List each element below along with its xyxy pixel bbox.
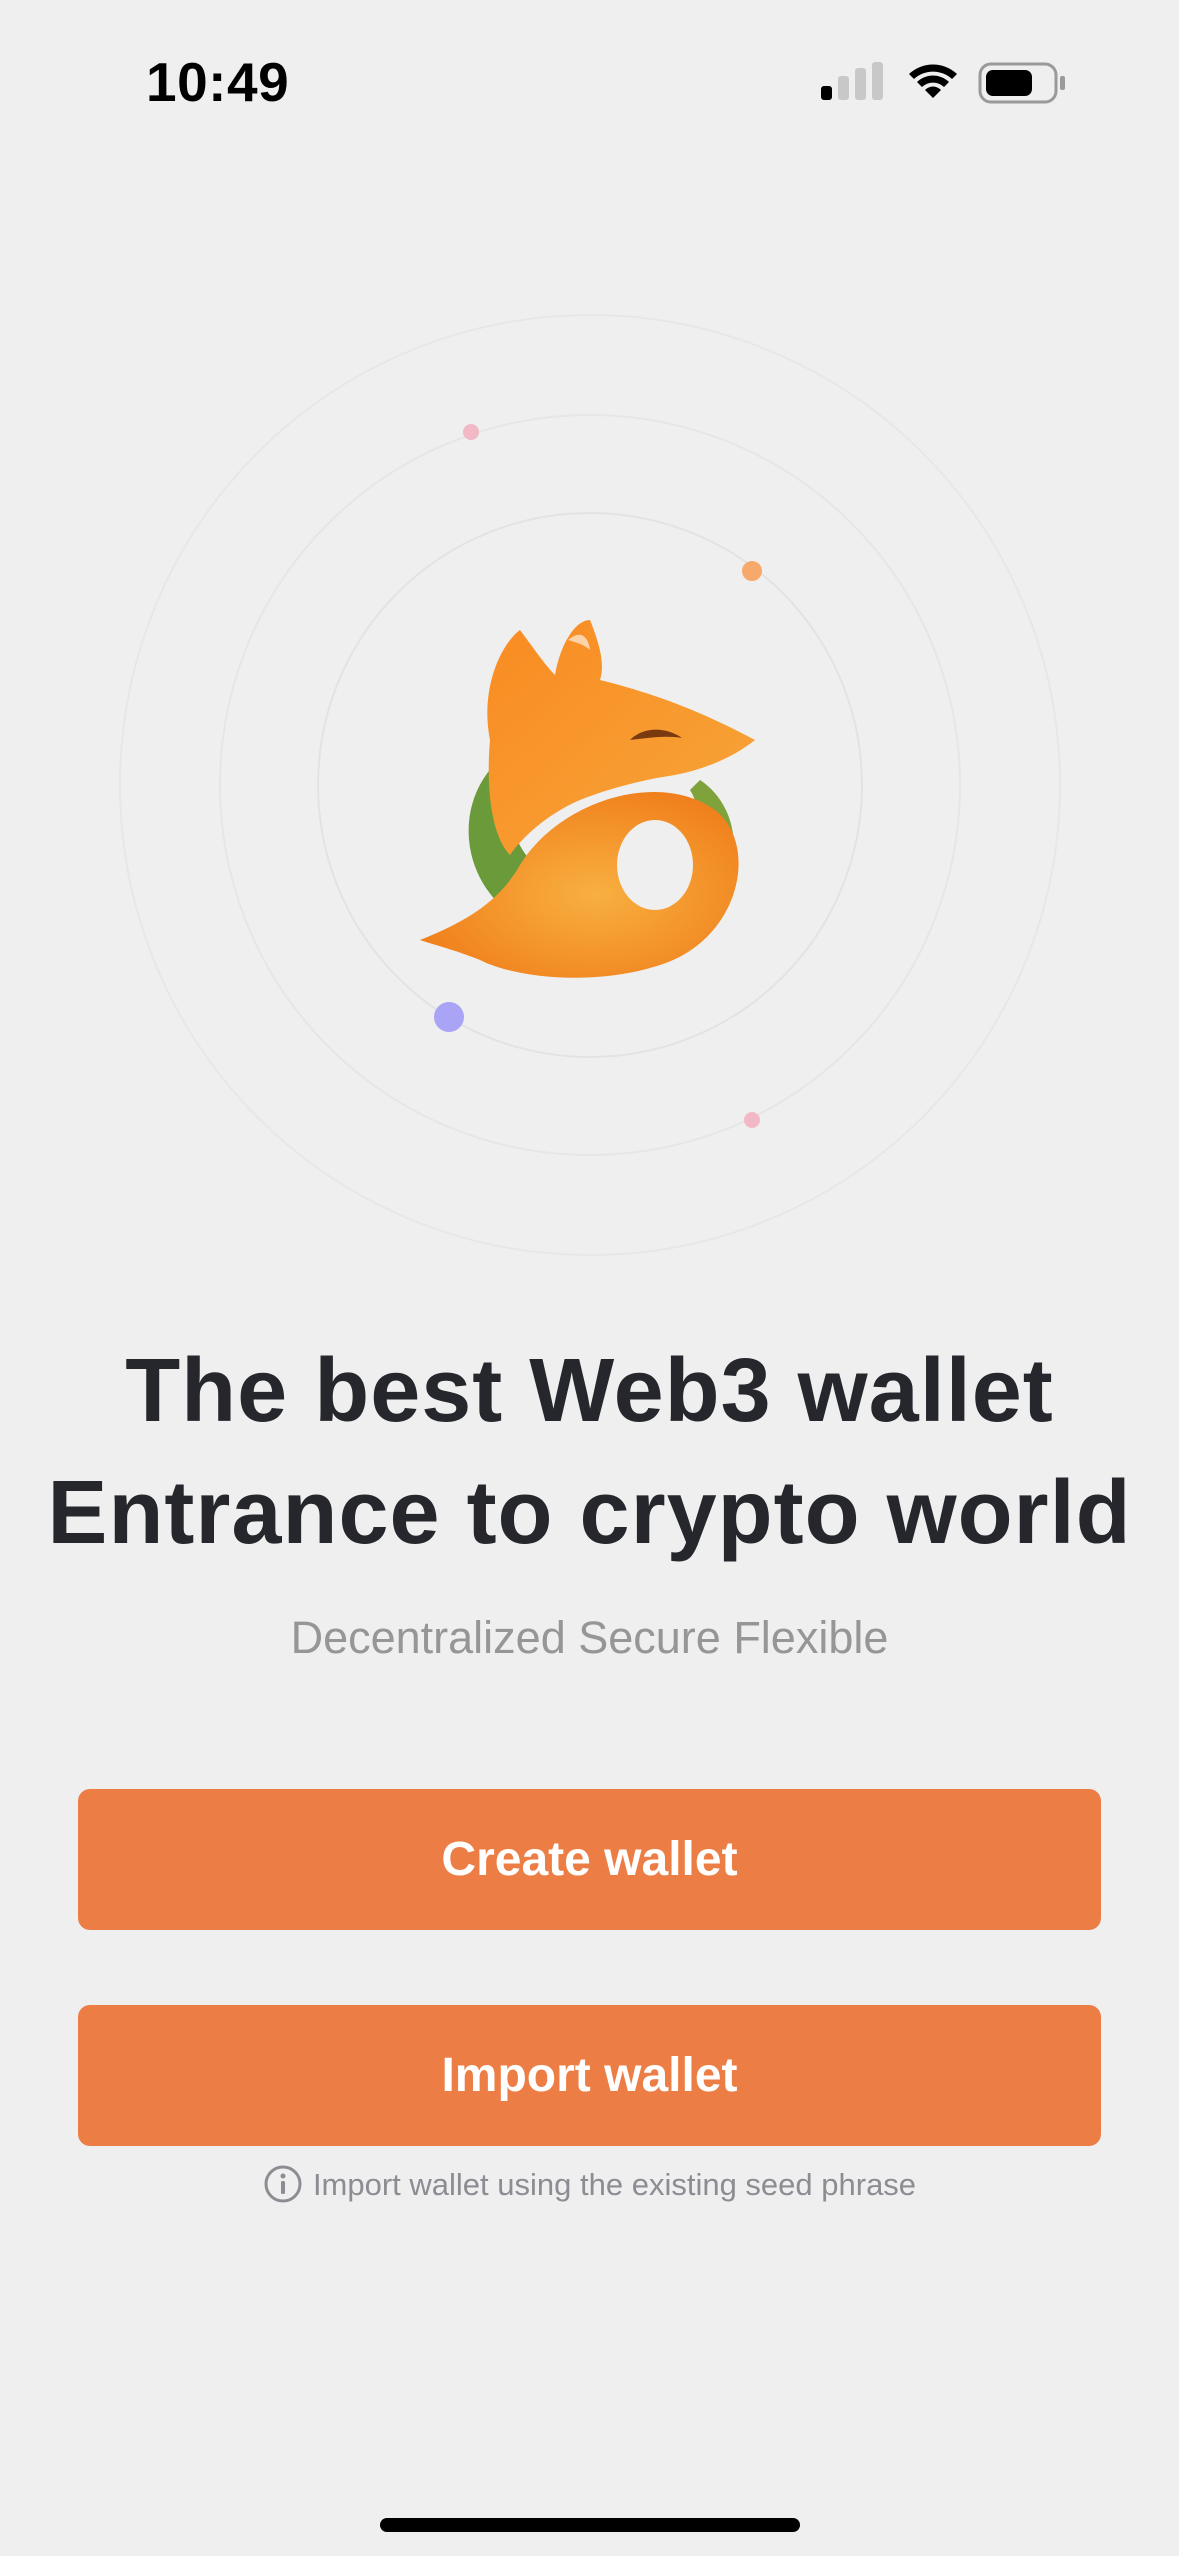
cellular-signal-icon [821, 62, 883, 100]
headline-line-1: The best Web3 wallet [125, 1341, 1054, 1441]
battery-icon [978, 62, 1065, 104]
headline-line-2: Entrance to crypto world [47, 1463, 1132, 1563]
status-icons [819, 60, 1079, 110]
fox-logo-icon [420, 620, 755, 978]
info-icon [264, 2165, 302, 2203]
orbit-dot-orange [742, 561, 762, 581]
import-hint-text: Import wallet using the existing seed ph… [312, 2167, 917, 2202]
hero-graphic [119, 314, 1061, 1256]
status-bar: 10:49 [0, 0, 1179, 170]
home-indicator[interactable] [380, 2518, 800, 2532]
create-wallet-button[interactable]: Create wallet [78, 1789, 1101, 1930]
wifi-icon [909, 64, 957, 98]
orbit-dot-purple [434, 1002, 464, 1032]
import-wallet-button[interactable]: Import wallet [78, 2005, 1101, 2146]
subtitle: Decentralized Secure Flexible [290, 1612, 889, 1663]
orbit-dot-pink-top [463, 424, 479, 440]
orbit-dot-pink-bottom [744, 1112, 760, 1128]
import-hint: Import wallet using the existing seed ph… [0, 2160, 1179, 2210]
status-icons-graphic [821, 62, 1065, 104]
hero-illustration [0, 300, 1179, 1280]
status-time: 10:49 [146, 51, 290, 113]
